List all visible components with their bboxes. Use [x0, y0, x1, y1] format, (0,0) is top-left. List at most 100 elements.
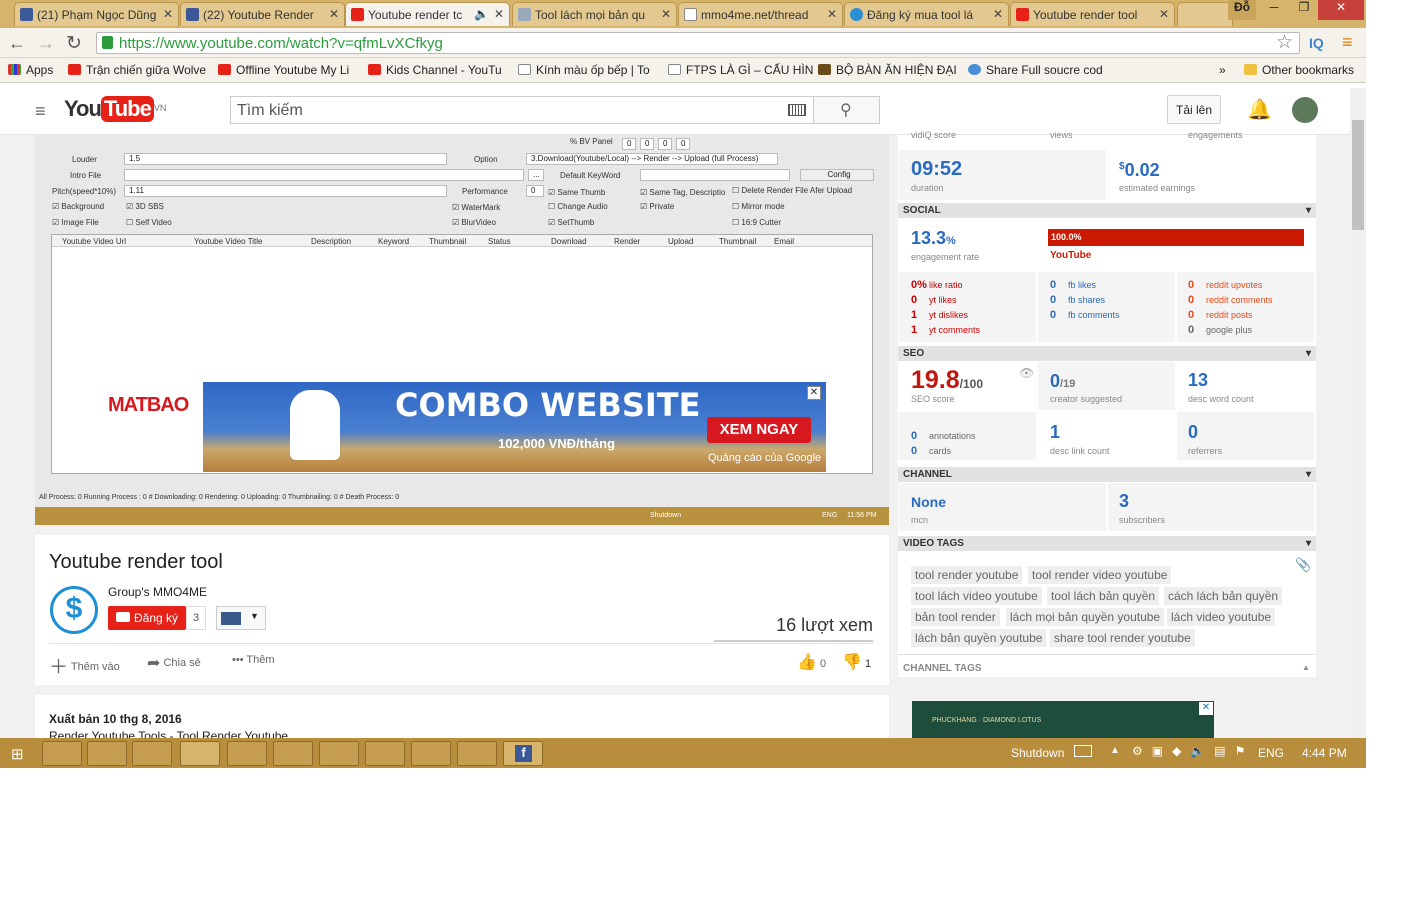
close-tab-icon[interactable]: ✕ [163, 7, 173, 21]
search-input[interactable]: Tìm kiếm [230, 96, 814, 124]
shutdown-toolbar[interactable]: Shutdown [1011, 746, 1064, 760]
app-taskbar-icon[interactable] [87, 741, 127, 766]
tab-5[interactable]: Đăng ký mua tool lá ✕ [844, 2, 1009, 26]
close-tab-icon[interactable]: ✕ [993, 7, 1003, 21]
channel-avatar[interactable]: $ [50, 586, 98, 634]
guide-menu-icon[interactable]: ≡ [35, 101, 46, 122]
reload-icon[interactable]: ↻ [66, 32, 82, 55]
app-check: ☑ Private [640, 202, 675, 211]
thumbs-down-icon: 👎 [842, 654, 862, 671]
video-tag[interactable]: tool lách video youtube [911, 587, 1042, 605]
video-tag[interactable]: lách video youtube [1167, 608, 1276, 626]
bookmark-1[interactable]: Trận chiến giữa Wolve [68, 63, 206, 77]
bookmark-2[interactable]: Offline Youtube My Li [218, 63, 349, 77]
channel-name[interactable]: Group's MMO4ME [108, 585, 207, 599]
close-tab-icon[interactable]: ✕ [827, 7, 837, 21]
video-tag[interactable]: share tool render youtube [1050, 629, 1195, 647]
clock[interactable]: 4:44 PM [1302, 746, 1347, 760]
video-tag[interactable]: tool render youtube [911, 566, 1023, 584]
stat-google-plus: 0 google plus [1188, 324, 1253, 336]
upload-button[interactable]: Tải lên [1167, 95, 1221, 124]
more-bookmarks[interactable]: » [1219, 63, 1226, 77]
menu-icon[interactable]: ≡ [1342, 32, 1353, 53]
star-icon[interactable]: ☆ [1276, 31, 1293, 54]
minimize-button[interactable]: ─ [1260, 0, 1288, 20]
bookmark-4[interactable]: Kính màu ốp bếp | To [518, 63, 650, 77]
avatar[interactable] [1292, 97, 1318, 123]
scrollbar[interactable] [1350, 88, 1366, 738]
maximize-button[interactable]: ❐ [1290, 0, 1318, 20]
tab-3[interactable]: Tool lách mọi bản qu ✕ [512, 2, 677, 26]
skype-taskbar-icon[interactable] [180, 741, 220, 766]
add-to-button[interactable]: ＋ Thêm vào [49, 652, 120, 679]
subscribe-button[interactable]: Đăng ký [108, 606, 186, 630]
more-button[interactable]: ••• Thêm [232, 654, 275, 666]
close-tab-icon[interactable]: ✕ [329, 7, 339, 21]
language-indicator[interactable]: ENG [1258, 746, 1284, 760]
close-tab-icon[interactable]: ✕ [494, 7, 504, 21]
youtube-logo[interactable]: You Tube VN [64, 96, 166, 126]
channel-tags-header[interactable]: CHANNEL TAGS [903, 663, 982, 674]
stat-yt-comments: 1 yt comments [911, 324, 981, 336]
video-tag[interactable]: bản tool render [911, 608, 1000, 626]
dislike-button[interactable]: 👎 1 [842, 652, 871, 672]
vidiq-extension-icon[interactable]: IQ [1309, 35, 1324, 51]
back-icon[interactable]: ← [8, 33, 26, 54]
other-bookmarks[interactable]: Other bookmarks [1244, 63, 1354, 77]
telegram-taskbar-icon[interactable] [319, 741, 359, 766]
new-tab-button[interactable] [1177, 2, 1233, 26]
explorer-taskbar-icon[interactable] [132, 741, 172, 766]
tray-overflow-icon[interactable]: ▲ [1110, 745, 1120, 756]
ad-close-icon[interactable]: ✕ [807, 386, 821, 400]
ad-close-icon[interactable]: ✕ [1199, 702, 1213, 715]
app-taskbar-icon[interactable] [273, 741, 313, 766]
tab-2[interactable]: Youtube render tc 🔈 ✕ [345, 2, 510, 26]
like-button[interactable]: 👍 0 [797, 652, 826, 672]
close-window-button[interactable]: ✕ [1318, 0, 1364, 20]
app-taskbar-icon[interactable] [227, 741, 267, 766]
chevron-up-icon[interactable]: ▲ [1302, 663, 1310, 672]
keyboard-icon[interactable] [788, 104, 806, 116]
paperclip-icon[interactable]: 📎 [1295, 557, 1311, 573]
bookmark-apps[interactable]: Apps [8, 63, 53, 77]
bookmark-7[interactable]: Share Full soucre cod [968, 63, 1103, 77]
social-header[interactable]: SOCIAL ▾ [898, 203, 1316, 218]
app-status: All Process: 0 Running Process : 0 # Dow… [39, 494, 400, 501]
channel-header[interactable]: CHANNEL ▾ [898, 467, 1316, 482]
windows-start-icon[interactable]: ⊞ [11, 745, 24, 763]
seo-header[interactable]: SEO ▾ [898, 346, 1316, 361]
search-button[interactable]: ⚲ [813, 96, 880, 124]
close-tab-icon[interactable]: ✕ [1159, 7, 1169, 21]
tab-1[interactable]: (22) Youtube Render ✕ [180, 2, 345, 26]
chrome-taskbar-icon[interactable] [42, 741, 82, 766]
address-input[interactable]: https://www.youtube.com/watch?v=qfmLvXCf… [96, 32, 1300, 54]
keyboard-icon[interactable] [1074, 745, 1092, 757]
video-tag[interactable]: tool lách bản quyền [1047, 587, 1160, 605]
profile-button[interactable]: Đỗ [1228, 0, 1256, 20]
video-tag[interactable]: lách mọi bản quyền youtube [1006, 608, 1165, 626]
extension-dropdown[interactable]: ▼ [216, 606, 266, 630]
video-tags-header[interactable]: VIDEO TAGS ▾ [898, 536, 1316, 551]
forward-icon[interactable]: → [37, 33, 55, 54]
tab-4[interactable]: mmo4me.net/thread ✕ [678, 2, 843, 26]
video-tag[interactable]: tool render video youtube [1028, 566, 1172, 584]
ad-cta-button[interactable]: XEM NGAY [707, 417, 811, 443]
system-tray-icons[interactable]: ⚙▣◆🔈▤⚑ [1132, 744, 1254, 758]
tab-6[interactable]: Youtube render tool ✕ [1010, 2, 1175, 26]
bell-icon[interactable]: 🔔 [1247, 97, 1272, 122]
app-taskbar-icon[interactable] [411, 741, 451, 766]
bookmark-6[interactable]: BỘ BÀN ĂN HIỆN ĐẠI [818, 63, 957, 77]
bookmark-5[interactable]: FTPS LÀ GÌ – CẤU HÌN [668, 63, 813, 77]
sidebar-ad[interactable]: PHUCKHANG · DIAMOND LOTUS ✕ [912, 701, 1214, 741]
app-check: ☐ Self Video [126, 218, 172, 227]
video-tag[interactable]: cách lách bản quyền [1164, 587, 1283, 605]
bookmark-3[interactable]: Kids Channel - YouTu [368, 63, 502, 77]
facebook-taskbar-icon[interactable]: f [503, 741, 543, 766]
video-tag[interactable]: lách bản quyền youtube [911, 629, 1047, 647]
app-taskbar-icon[interactable] [457, 741, 497, 766]
share-button[interactable]: ➦ Chia sẻ [147, 653, 201, 673]
close-tab-icon[interactable]: ✕ [661, 7, 671, 21]
chrome-taskbar-icon[interactable] [365, 741, 405, 766]
eye-icon[interactable]: 👁 [1019, 366, 1034, 380]
tab-0[interactable]: (21) Phạm Ngọc Dũng ✕ [14, 2, 179, 26]
